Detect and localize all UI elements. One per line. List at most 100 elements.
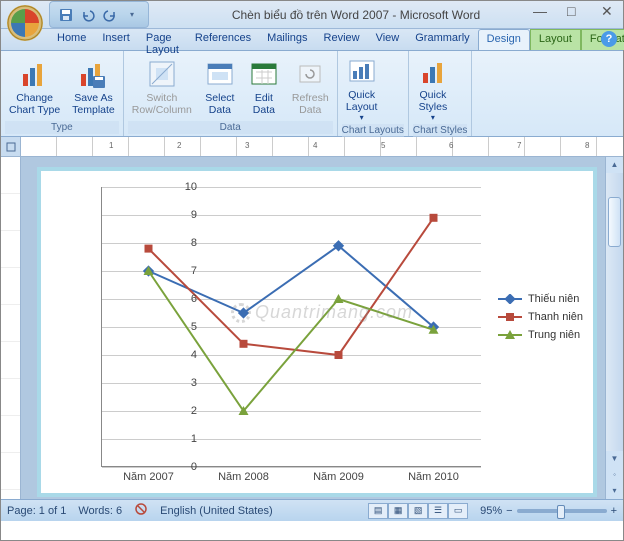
zoom-slider[interactable] — [517, 509, 607, 513]
page-indicator[interactable]: Page: 1 of 1 — [7, 505, 66, 517]
legend-label: Thiếu niên — [528, 293, 579, 305]
tab-home[interactable]: Home — [49, 29, 94, 50]
y-tick-label: 4 — [191, 349, 197, 361]
tab-references[interactable]: References — [187, 29, 259, 50]
view-buttons: ▤ ▦ ▧ ☰ ▭ — [368, 503, 468, 519]
zoom-level[interactable]: 95% — [480, 505, 502, 517]
edit-data-button[interactable]: EditData — [244, 56, 284, 118]
scroll-thumb[interactable] — [608, 197, 621, 247]
change-chart-type-button[interactable]: ChangeChart Type — [5, 56, 64, 118]
select-data-label: SelectData — [205, 92, 234, 116]
select-data-button[interactable]: SelectData — [200, 56, 240, 118]
ribbon-group-chart-styles: QuickStyles Chart Styles — [409, 51, 472, 136]
legend-item: Trung niên — [498, 329, 583, 341]
tab-review[interactable]: Review — [316, 29, 368, 50]
vertical-scrollbar[interactable]: ▲ ▼ ◦ ▾ — [605, 157, 623, 499]
chart[interactable]: Thiếu niênThanh niênTrung niên 012345678… — [71, 177, 583, 487]
edit-data-icon — [248, 58, 280, 90]
switch-row-column-label: SwitchRow/Column — [132, 92, 192, 116]
change-chart-type-label: ChangeChart Type — [9, 92, 60, 116]
document-area[interactable]: Quantrimang.com Thiếu niênThanh niênTrun… — [21, 157, 623, 499]
prev-page-icon[interactable]: ◦ — [606, 467, 623, 483]
refresh-data-button: RefreshData — [288, 56, 333, 118]
language-indicator[interactable]: English (United States) — [160, 505, 273, 517]
page: Thiếu niênThanh niênTrung niên 012345678… — [37, 167, 597, 497]
refresh-data-icon — [294, 58, 326, 90]
ribbon: ChangeChart Type Save AsTemplate Type Switc… — [1, 51, 623, 137]
legend-item: Thiếu niên — [498, 293, 583, 305]
y-tick-label: 10 — [185, 181, 197, 193]
y-tick-label: 1 — [191, 433, 197, 445]
group-label: Type — [5, 121, 119, 134]
legend: Thiếu niên Thanh niên Trung niên — [498, 287, 583, 347]
ribbon-tabs: HomeInsertPage LayoutReferencesMailingsR… — [1, 29, 623, 51]
tab-view[interactable]: View — [368, 29, 408, 50]
qat-customize-icon[interactable]: ▾ — [124, 7, 140, 23]
horizontal-ruler: 12345678 — [21, 137, 623, 157]
undo-icon[interactable] — [80, 7, 96, 23]
title-bar: ▾ Chèn biểu đồ trên Word 2007 - Microsof… — [1, 1, 623, 29]
draft-view-icon[interactable]: ▭ — [448, 503, 468, 519]
tab-insert[interactable]: Insert — [94, 29, 138, 50]
y-tick-label: 5 — [191, 321, 197, 333]
legend-label: Thanh niên — [528, 311, 583, 323]
save-icon[interactable] — [58, 7, 74, 23]
chart-lines — [101, 187, 481, 467]
y-tick-label: 3 — [191, 377, 197, 389]
close-button[interactable]: ✕ — [601, 3, 617, 19]
quick-layout-label: QuickLayout — [346, 89, 378, 113]
quick-styles-label: QuickStyles — [419, 89, 448, 113]
save-as-template-icon — [77, 58, 109, 90]
tab-page-layout[interactable]: Page Layout — [138, 29, 187, 50]
switch-row-column-icon — [146, 58, 178, 90]
tab-grammarly[interactable]: Grammarly — [407, 29, 477, 50]
tab-design[interactable]: Design — [478, 29, 530, 50]
x-tick-label: Năm 2009 — [313, 471, 364, 483]
zoom-controls: 95% − + — [480, 505, 617, 517]
proofing-icon[interactable] — [134, 502, 148, 519]
tab-mailings[interactable]: Mailings — [259, 29, 315, 50]
quick-styles-icon — [417, 55, 449, 87]
save-as-template-button[interactable]: Save AsTemplate — [68, 56, 119, 118]
quick-access-toolbar: ▾ — [49, 1, 149, 28]
web-layout-view-icon[interactable]: ▧ — [408, 503, 428, 519]
ribbon-group-data: SwitchRow/Column SelectData EditData Refres… — [124, 51, 338, 136]
x-tick-label: Năm 2007 — [123, 471, 174, 483]
group-label: Data — [128, 121, 333, 134]
word-count[interactable]: Words: 6 — [78, 505, 122, 517]
y-tick-label: 6 — [191, 293, 197, 305]
scroll-up-icon[interactable]: ▲ — [606, 157, 623, 173]
vertical-ruler — [1, 137, 21, 499]
help-icon[interactable]: ? — [601, 31, 617, 47]
group-label: Chart Styles — [413, 124, 467, 137]
y-tick-label: 8 — [191, 237, 197, 249]
legend-item: Thanh niên — [498, 311, 583, 323]
quick-styles-button[interactable]: QuickStyles — [413, 53, 453, 124]
ruler-corner-icon[interactable] — [1, 137, 20, 157]
office-button[interactable] — [5, 3, 45, 43]
next-page-icon[interactable]: ▾ — [606, 483, 623, 499]
switch-row-column-button: SwitchRow/Column — [128, 56, 196, 118]
full-screen-view-icon[interactable]: ▦ — [388, 503, 408, 519]
quick-layout-button[interactable]: QuickLayout — [342, 53, 382, 124]
select-data-icon — [204, 58, 236, 90]
y-tick-label: 2 — [191, 405, 197, 417]
x-tick-label: Năm 2008 — [218, 471, 269, 483]
refresh-data-label: RefreshData — [292, 92, 329, 116]
edit-data-label: EditData — [253, 92, 275, 116]
change-chart-type-icon — [19, 58, 51, 90]
x-tick-label: Năm 2010 — [408, 471, 459, 483]
redo-icon[interactable] — [102, 7, 118, 23]
legend-label: Trung niên — [528, 329, 580, 341]
zoom-in-icon[interactable]: + — [611, 505, 617, 517]
print-layout-view-icon[interactable]: ▤ — [368, 503, 388, 519]
tab-layout[interactable]: Layout — [530, 29, 581, 50]
scroll-down-icon[interactable]: ▼ — [606, 451, 623, 467]
ribbon-group-chart-layouts: QuickLayout Chart Layouts — [338, 51, 409, 136]
outline-view-icon[interactable]: ☰ — [428, 503, 448, 519]
maximize-button[interactable]: □ — [567, 3, 583, 19]
group-label: Chart Layouts — [342, 124, 404, 137]
y-tick-label: 7 — [191, 265, 197, 277]
minimize-button[interactable]: — — [533, 3, 549, 19]
zoom-out-icon[interactable]: − — [506, 505, 512, 517]
